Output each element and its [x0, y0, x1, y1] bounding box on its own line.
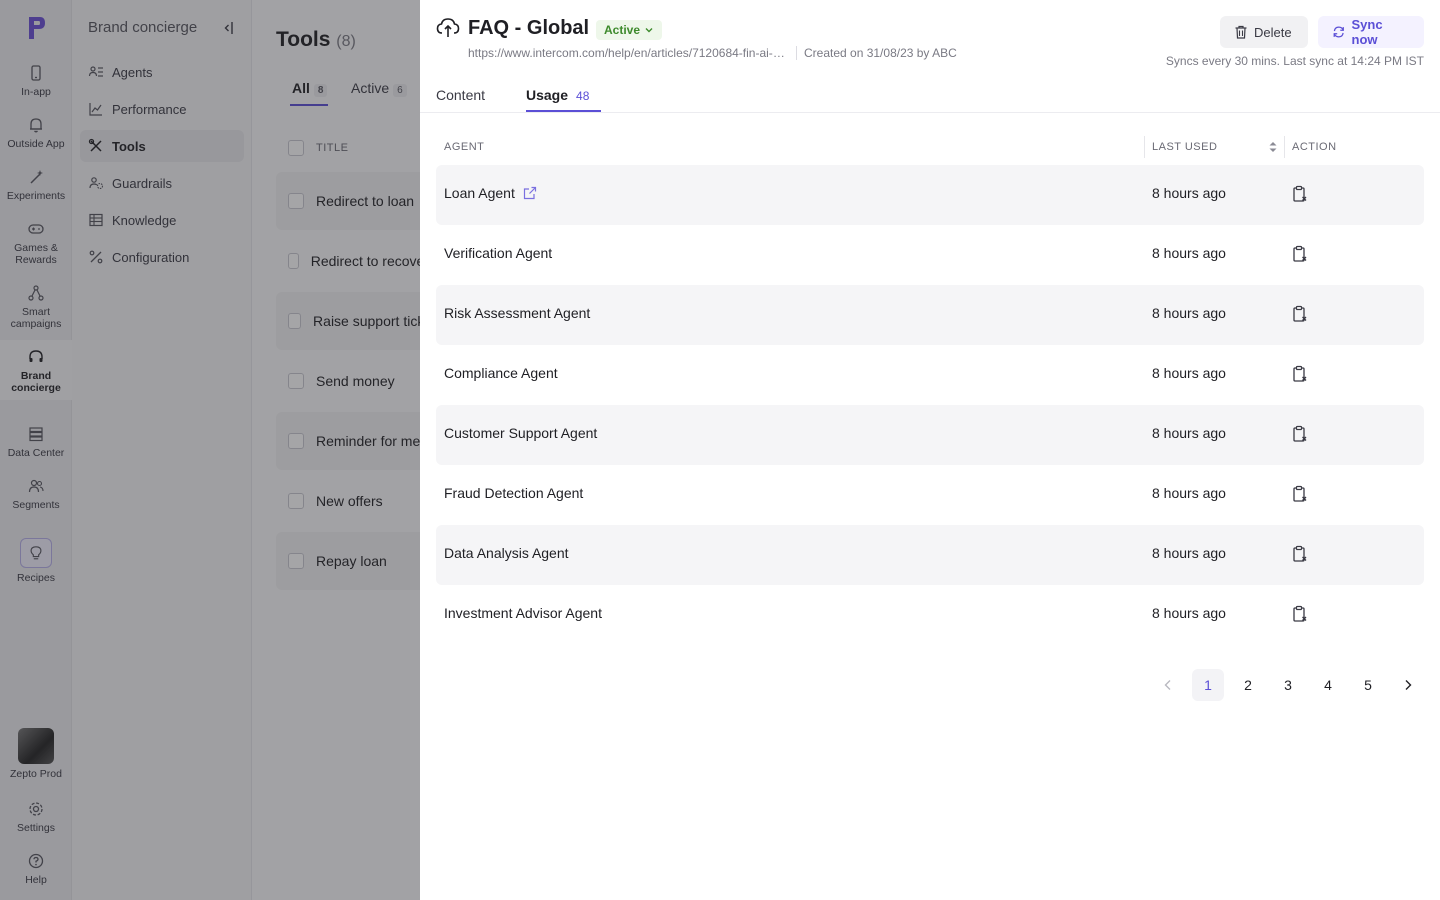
- clipboard-remove-icon[interactable]: [1292, 185, 1308, 203]
- sync-now-button[interactable]: Sync now: [1318, 16, 1424, 48]
- agent-name: Compliance Agent: [444, 365, 558, 381]
- col-agent: AGENT: [444, 141, 485, 153]
- delete-button[interactable]: Delete: [1220, 16, 1308, 48]
- agent-cell: Verification Agent: [444, 245, 552, 261]
- agent-name: Investment Advisor Agent: [444, 605, 602, 621]
- cloud-sync-icon: [436, 18, 460, 37]
- table-row[interactable]: Customer Support Agent 8 hours ago: [436, 405, 1424, 465]
- agent-name: Fraud Detection Agent: [444, 485, 584, 501]
- sync-label: Sync now: [1351, 17, 1383, 47]
- chevron-left-icon: [1164, 680, 1171, 690]
- agent-cell: Risk Assessment Agent: [444, 305, 590, 321]
- last-used-cell: 8 hours ago: [1152, 605, 1226, 621]
- chevron-down-icon: [645, 28, 653, 33]
- clipboard-remove-icon[interactable]: [1292, 545, 1308, 563]
- tab-label: Content: [436, 87, 486, 103]
- last-used-cell: 8 hours ago: [1152, 185, 1226, 201]
- last-used-cell: 8 hours ago: [1152, 425, 1226, 441]
- clipboard-remove-icon[interactable]: [1292, 425, 1308, 443]
- agent-name: Verification Agent: [444, 245, 553, 261]
- clipboard-remove-icon[interactable]: [1292, 365, 1308, 383]
- clipboard-remove-icon[interactable]: [1292, 605, 1308, 623]
- last-used-cell: 8 hours ago: [1152, 305, 1226, 321]
- refresh-icon: [1333, 26, 1344, 38]
- agent-cell: Loan Agent: [444, 185, 537, 201]
- created-info: Created on 31/08/23 by ABC: [804, 46, 957, 60]
- source-url[interactable]: https://www.intercom.com/help/en/article…: [468, 46, 790, 60]
- trash-icon: [1235, 25, 1247, 39]
- agent-cell: Fraud Detection Agent: [444, 485, 583, 501]
- tab-label: Usage: [526, 87, 569, 103]
- pagination-page-4[interactable]: 4: [1312, 669, 1344, 701]
- table-row[interactable]: Compliance Agent 8 hours ago: [436, 345, 1424, 405]
- last-used-cell: 8 hours ago: [1152, 545, 1226, 561]
- col-divider: [1284, 136, 1285, 158]
- table-row[interactable]: Fraud Detection Agent 8 hours ago: [436, 465, 1424, 525]
- agent-cell: Data Analysis Agent: [444, 545, 569, 561]
- status-dropdown[interactable]: Active: [596, 20, 663, 40]
- table-row[interactable]: Investment Advisor Agent 8 hours ago: [436, 585, 1424, 645]
- tab-content[interactable]: Content: [436, 87, 485, 103]
- pagination-page-5[interactable]: 5: [1352, 669, 1384, 701]
- pagination-next[interactable]: [1392, 669, 1424, 701]
- clipboard-remove-icon[interactable]: [1292, 485, 1308, 503]
- delete-label: Delete: [1254, 24, 1292, 40]
- chevron-right-icon: [1405, 680, 1412, 690]
- tabs-divider: [420, 112, 1440, 113]
- table-row[interactable]: Loan Agent 8 hours ago: [436, 165, 1424, 225]
- agent-name: Risk Assessment Agent: [444, 305, 591, 321]
- tab-count: 48: [576, 89, 590, 103]
- external-link-icon[interactable]: [523, 186, 537, 200]
- last-used-cell: 8 hours ago: [1152, 485, 1226, 501]
- clipboard-remove-icon[interactable]: [1292, 305, 1308, 323]
- last-used-cell: 8 hours ago: [1152, 245, 1226, 261]
- last-used-cell: 8 hours ago: [1152, 365, 1226, 381]
- sync-info: Syncs every 30 mins. Last sync at 14:24 …: [1165, 54, 1424, 68]
- agent-name: Customer Support Agent: [444, 425, 598, 441]
- sort-icon[interactable]: [1268, 140, 1278, 154]
- col-action: ACTION: [1292, 141, 1337, 153]
- table-row[interactable]: Verification Agent 8 hours ago: [436, 225, 1424, 285]
- clipboard-remove-icon[interactable]: [1292, 245, 1308, 263]
- tab-usage[interactable]: Usage 48: [526, 87, 589, 103]
- agent-name: Data Analysis Agent: [444, 545, 569, 561]
- pagination-prev[interactable]: [1152, 669, 1184, 701]
- agent-cell: Compliance Agent: [444, 365, 558, 381]
- drawer-title: FAQ - Global: [468, 17, 590, 39]
- status-label: Active: [604, 23, 641, 37]
- col-last-used[interactable]: LAST USED: [1152, 138, 1217, 156]
- pagination-page-1[interactable]: 1: [1192, 669, 1224, 701]
- agent-cell: Investment Advisor Agent: [444, 605, 602, 621]
- pagination-page-3[interactable]: 3: [1272, 669, 1304, 701]
- table-row[interactable]: Risk Assessment Agent 8 hours ago: [436, 285, 1424, 345]
- pagination-page-2[interactable]: 2: [1232, 669, 1264, 701]
- table-row[interactable]: Data Analysis Agent 8 hours ago: [436, 525, 1424, 585]
- agent-name: Loan Agent: [444, 185, 515, 201]
- agent-cell: Customer Support Agent: [444, 425, 597, 441]
- meta-divider: [796, 46, 797, 60]
- knowledge-source-drawer: FAQ - Global Active https://www.intercom…: [420, 0, 1440, 900]
- col-divider: [1144, 136, 1145, 158]
